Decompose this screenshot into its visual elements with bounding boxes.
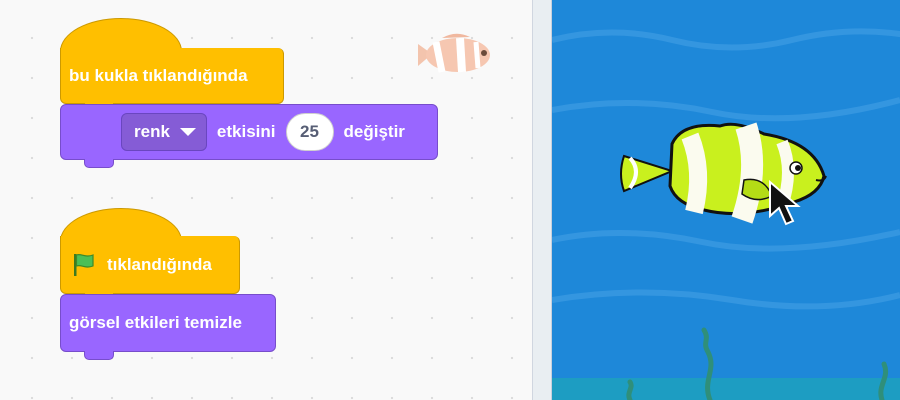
block-notch: [84, 159, 114, 168]
effect-dropdown-value: renk: [134, 122, 170, 141]
effect-label: etkisini: [216, 122, 276, 141]
stage-divider: [532, 0, 552, 400]
dropdown-arrow-icon: [179, 128, 196, 136]
when-flag-clicked-label: tıklandığında: [107, 254, 212, 274]
script-sprite-clicked[interactable]: bu kukla tıklandığında renk etkisini 25 …: [60, 18, 440, 168]
change-effect-by-block[interactable]: renk etkisini 25 değiştir: [60, 104, 438, 160]
clear-graphic-effects-block[interactable]: görsel etkileri temizle: [60, 294, 276, 352]
effect-dropdown[interactable]: renk: [121, 113, 207, 151]
when-this-sprite-clicked-block[interactable]: bu kukla tıklandığında: [60, 48, 284, 104]
when-this-sprite-clicked-label: bu kukla tıklandığında: [69, 65, 248, 85]
clear-graphic-effects-label: görsel etkileri temizle: [69, 313, 242, 332]
stage-canvas: [552, 0, 900, 400]
when-flag-clicked-block[interactable]: tıklandığında: [60, 236, 240, 294]
clownfish-sprite-thumbnail: [418, 33, 490, 73]
sea-floor-band: [552, 378, 900, 400]
effect-amount-input[interactable]: 25: [285, 113, 334, 151]
script-green-flag-clicked[interactable]: tıklandığında görsel etkileri temizle: [60, 208, 300, 360]
block-notch: [84, 351, 114, 360]
stage[interactable]: [552, 0, 900, 400]
code-area[interactable]: bu kukla tıklandığında renk etkisini 25 …: [0, 0, 532, 400]
green-flag-icon: [74, 253, 94, 276]
change-label: değiştir: [343, 122, 405, 141]
